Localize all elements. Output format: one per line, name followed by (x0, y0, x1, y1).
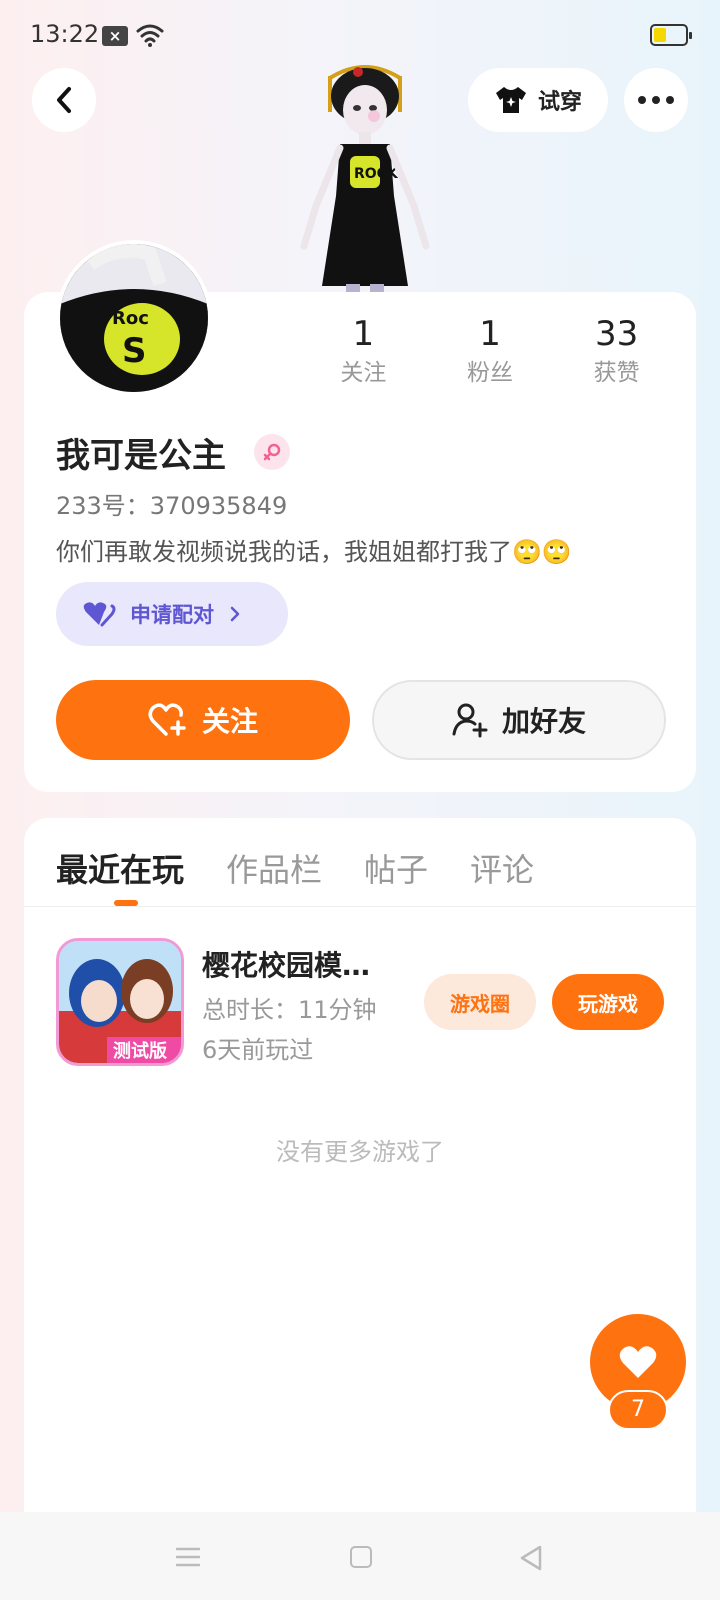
tab-works[interactable]: 作品栏 (226, 840, 322, 900)
stat-value: 1 (479, 314, 501, 354)
tab-posts[interactable]: 帖子 (364, 840, 428, 900)
tab-comments[interactable]: 评论 (470, 840, 534, 900)
stat-label: 粉丝 (467, 360, 513, 386)
avatar[interactable]: Roc S (56, 240, 212, 396)
heart-plus-icon (148, 703, 186, 736)
play-game-button[interactable]: 玩游戏 (552, 974, 664, 1030)
tshirt-icon (495, 87, 526, 113)
game-icon-badge: 测试版 (113, 1040, 167, 1062)
stat-label: 关注 (340, 360, 387, 386)
more-button[interactable] (624, 68, 688, 132)
game-icon[interactable]: 测试版 (56, 938, 184, 1066)
pair-request-button[interactable]: 申请配对 (56, 582, 288, 646)
add-friend-label: 加好友 (501, 705, 586, 738)
female-icon (254, 434, 290, 470)
menu-icon[interactable] (176, 1546, 200, 1568)
more-icon (638, 96, 674, 104)
avatar-character: ROCK (300, 65, 430, 294)
try-on-button[interactable]: 试穿 (468, 68, 608, 132)
bio: 你们再敢发视频说我的话，我姐姐都打我了🙄🙄 (56, 538, 572, 566)
battery-icon (650, 24, 692, 46)
pair-label: 申请配对 (130, 603, 214, 627)
back-button[interactable] (32, 68, 96, 132)
game-title[interactable]: 樱花校园模… (202, 944, 370, 984)
chevron-right-icon (230, 606, 240, 622)
stat-following[interactable]: 1 关注 (300, 312, 427, 402)
home-icon[interactable] (350, 1546, 372, 1568)
nickname: 我可是公主 (56, 436, 226, 476)
try-on-label: 试穿 (537, 90, 582, 115)
tab-recently-played[interactable]: 最近在玩 (56, 840, 184, 900)
no-more-text: 没有更多游戏了 (276, 1138, 444, 1166)
svg-text:S: S (122, 331, 147, 371)
like-count: 7 (608, 1390, 668, 1430)
svg-text:Roc: Roc (112, 308, 149, 329)
stat-followers[interactable]: 1 粉丝 (427, 312, 554, 402)
avatar-image: Roc S (60, 244, 208, 392)
stat-value: 33 (595, 314, 639, 354)
follow-label: 关注 (201, 705, 258, 738)
content-card (24, 818, 696, 1518)
stats-row: 1 关注 1 粉丝 33 获赞 (300, 312, 680, 402)
follow-button[interactable]: 关注 (56, 680, 350, 760)
game-circle-button[interactable]: 游戏圈 (424, 974, 536, 1030)
add-friend-button[interactable]: 加好友 (372, 680, 666, 760)
divider (24, 906, 696, 907)
heart-icon (619, 1346, 657, 1378)
game-last-played: 6天前玩过 (202, 1036, 314, 1064)
profile-tabs: 最近在玩 作品栏 帖子 评论 (56, 840, 534, 900)
stat-value: 1 (352, 314, 375, 354)
game-duration: 总时长：11分钟 (202, 996, 377, 1024)
stat-label: 获赞 (593, 360, 640, 386)
system-nav-bar (0, 1512, 720, 1600)
status-time: 13:22 (30, 20, 100, 48)
svg-text:ROCK: ROCK (354, 166, 399, 182)
notification-icon: × (102, 26, 128, 46)
hearts-icon (83, 602, 116, 627)
stat-likes[interactable]: 33 获赞 (553, 312, 680, 402)
chevron-left-icon (57, 87, 71, 113)
wifi-icon (136, 24, 164, 47)
add-person-icon (452, 703, 488, 738)
back-triangle-icon[interactable] (518, 1544, 544, 1572)
user-id: 233号：370935849 (56, 492, 288, 520)
